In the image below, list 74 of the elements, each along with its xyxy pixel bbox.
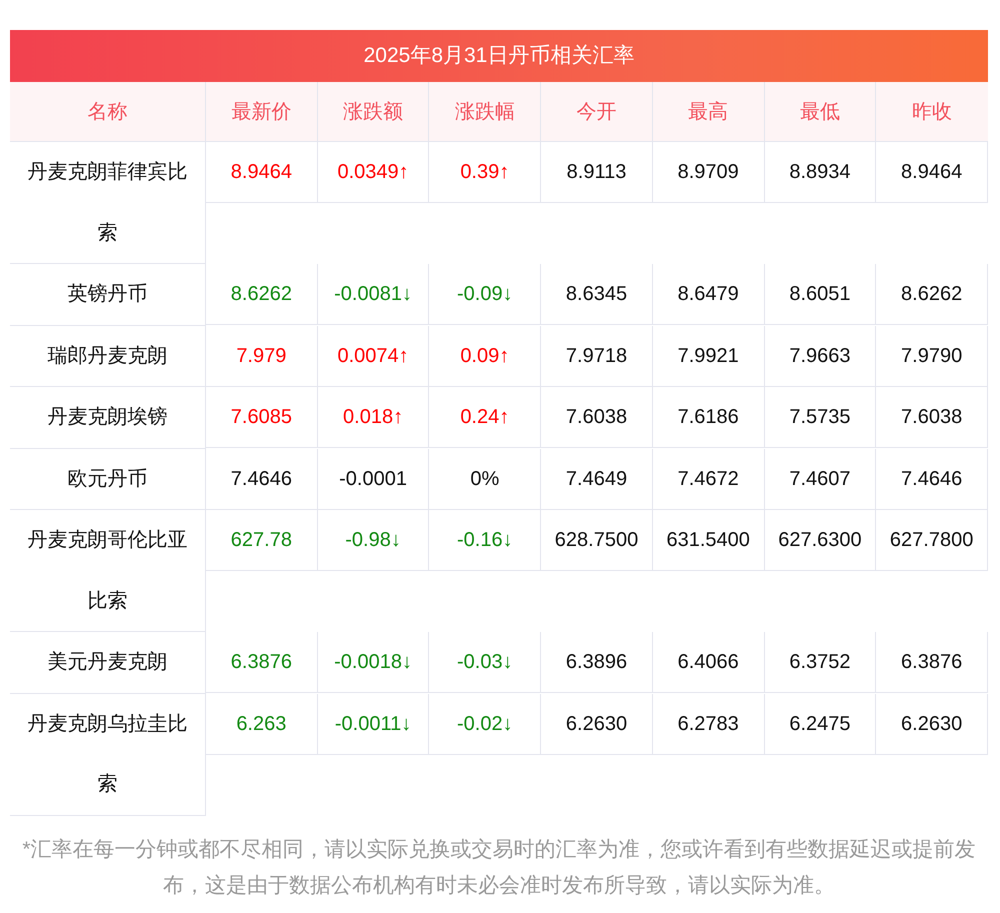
table-cell: -0.0081↓	[318, 264, 430, 325]
table-title: 2025年8月31日丹币相关汇率	[10, 30, 988, 82]
table-cell: 7.9718	[541, 326, 653, 386]
table-cell: 0.0349↑	[318, 142, 430, 203]
table-cell: 0%	[429, 448, 542, 510]
table-cell: -0.03↓	[429, 632, 542, 693]
table-cell: 0.39↑	[429, 142, 542, 203]
table-cell: 7.6038	[541, 387, 653, 448]
table-cell: 6.2783	[652, 694, 765, 754]
table-cell: 7.9663	[764, 326, 876, 386]
table-cell: 8.9464	[876, 142, 988, 203]
table-cell: -0.0018↓	[318, 632, 430, 693]
table-cell: 7.4646	[876, 448, 988, 510]
table-cell: -0.0001	[318, 448, 430, 510]
table-cell: 0.09↑	[429, 326, 542, 386]
table-cell: 7.4607	[764, 448, 876, 510]
table-cell: -0.02↓	[429, 694, 542, 754]
table-cell: -0.98↓	[318, 510, 430, 571]
column-header: 名称	[10, 82, 206, 142]
column-header: 最新价	[206, 82, 318, 142]
table-cell: 7.4646	[206, 448, 318, 510]
table-cell: 6.2475	[764, 694, 876, 754]
table-cell: 8.9113	[541, 142, 653, 203]
table-cell: 6.3876	[876, 632, 988, 693]
table-cell: 8.6479	[652, 264, 765, 325]
table-cell: 6.3876	[206, 632, 318, 693]
table-cell: 0.24↑	[429, 387, 542, 448]
table-cell: 8.6051	[764, 264, 876, 325]
column-header: 最低	[764, 82, 876, 142]
table-cell: 7.9921	[652, 326, 765, 386]
table-cell: 8.6345	[541, 264, 653, 325]
table-cell: 8.9709	[652, 142, 765, 203]
table-cell: 7.6186	[652, 387, 765, 448]
column-header: 涨跌额	[318, 82, 430, 142]
table-cell: 627.78	[206, 510, 318, 571]
table-cell: 6.2630	[541, 694, 653, 754]
currency-pair-name: 丹麦克朗乌拉圭比索	[10, 694, 206, 816]
table-cell: 6.4066	[652, 632, 765, 693]
currency-pair-name: 英镑丹币	[10, 264, 206, 326]
table-cell: 7.5735	[764, 387, 876, 448]
table-cell: 6.263	[206, 694, 318, 754]
table-cell: 8.6262	[206, 264, 318, 325]
table-cell: 7.4649	[541, 448, 653, 510]
table-cell: 7.4672	[652, 448, 765, 510]
column-header: 昨收	[876, 82, 988, 142]
table-cell: 631.5400	[652, 510, 765, 571]
table-cell: 627.6300	[764, 510, 876, 571]
table-cell: 0.018↑	[318, 387, 430, 448]
column-header: 涨跌幅	[429, 82, 542, 142]
currency-pair-name: 丹麦克朗菲律宾比索	[10, 142, 206, 264]
currency-pair-name: 美元丹麦克朗	[10, 632, 206, 694]
table-cell: -0.0011↓	[318, 694, 430, 754]
column-header: 今开	[541, 82, 653, 142]
table-cell: 8.8934	[764, 142, 876, 203]
table-cell: 8.9464	[206, 142, 318, 203]
table-cell: 0.0074↑	[318, 326, 430, 386]
table-cell: 7.9790	[876, 326, 988, 386]
table-cell: 6.3752	[764, 632, 876, 693]
table-cell: 627.7800	[876, 510, 988, 571]
table-cell: 7.6085	[206, 387, 318, 448]
table-cell: 7.979	[206, 326, 318, 386]
table-cell: 6.3896	[541, 632, 653, 693]
table-cell: 628.7500	[541, 510, 653, 571]
table-cell: -0.09↓	[429, 264, 542, 325]
currency-pair-name: 丹麦克朗埃镑	[10, 387, 206, 448]
column-header: 最高	[652, 82, 765, 142]
table-cell: 6.2630	[876, 694, 988, 754]
table-cell: 7.6038	[876, 387, 988, 448]
table-cell: 8.6262	[876, 264, 988, 325]
disclaimer-note: *汇率在每一分钟或都不尽相同，请以实际兑换或交易时的汇率为准，您或许看到有些数据延迟或提前发布，这是由于数据公布机构有时未必会准时发布所导致，请以实际为准。	[21, 836, 977, 898]
currency-pair-name: 丹麦克朗哥伦比亚比索	[10, 510, 206, 632]
table-cell: -0.16↓	[429, 510, 542, 571]
currency-pair-name: 欧元丹币	[10, 448, 206, 510]
currency-pair-name: 瑞郎丹麦克朗	[10, 326, 206, 387]
